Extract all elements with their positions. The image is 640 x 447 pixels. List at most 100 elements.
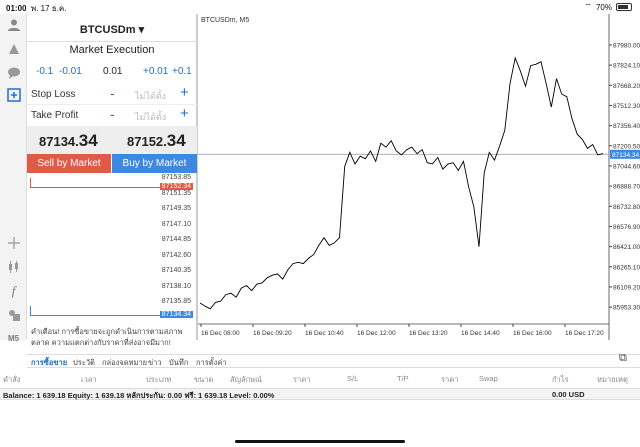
x-tick-label: 16 Dec 17:20	[565, 330, 604, 337]
y-tick-label: 87668.20	[613, 83, 640, 90]
tab-settings[interactable]: การตั้งค่า	[196, 357, 227, 369]
ladder-price: 87142.60	[161, 251, 191, 259]
ladder-price: 87144.85	[161, 236, 191, 243]
signals-icon[interactable]	[4, 40, 23, 58]
ask-price-big: 34	[166, 131, 186, 150]
balance-row: Balance: 1 639.18 Equity: 1 639.18 หลักป…	[0, 388, 640, 400]
price-ladder: 87153.85 87151.35 87149.35 87147.10 87144.85…	[27, 174, 197, 320]
ladder-price: 87149.35	[161, 205, 191, 212]
ask-price-tag: 87152.34	[159, 183, 193, 190]
y-tick-label: 87824.10	[613, 63, 640, 70]
objects-icon[interactable]	[4, 306, 23, 324]
col-swap: Swap	[479, 374, 498, 383]
symbol-selector[interactable]: BTCUSDm ▾	[27, 18, 197, 42]
take-profit-plus-button[interactable]: +	[180, 105, 189, 122]
table-header: คำสั่ง เวลา ประเภท ขนาด สัญลักษณ์ ราคา S…	[0, 372, 640, 386]
y-tick-label: 86888.70	[613, 184, 640, 191]
timeframe-label[interactable]: M5	[4, 329, 23, 347]
take-profit-minus-button[interactable]: -	[110, 106, 115, 122]
col-tp: T/P	[397, 374, 409, 383]
ladder-price: 87147.10	[161, 220, 191, 228]
col-price: ราคา	[293, 375, 311, 384]
col-order: คำสั่ง	[3, 375, 21, 384]
x-tick-label: 16 Dec 12:00	[357, 330, 396, 337]
tab-trade[interactable]: การซื้อขาย	[31, 357, 67, 369]
chart-title: BTCUSDm, M5	[201, 17, 249, 24]
status-time: 01:00	[6, 4, 27, 13]
x-tick-label: 16 Dec 10:40	[305, 330, 344, 337]
sell-button[interactable]: Sell by Market	[27, 154, 111, 173]
stop-loss-row: Stop Loss - ไม่ได้ตั้ง +	[27, 84, 197, 105]
bid-price-tag: 87134.34	[159, 311, 193, 318]
col-profit: กำไร	[552, 375, 569, 384]
symbol-name: BTCUSDm	[79, 24, 136, 36]
execution-type[interactable]: Market Execution	[27, 44, 197, 56]
y-tick-label: 87356.40	[613, 123, 640, 130]
y-tick-label: 86109.20	[613, 284, 640, 291]
status-date: พ. 17 ธ.ค.	[30, 4, 67, 13]
price-chart[interactable]: BTCUSDm, M5 87980.00 87824.10 87668.20 8751…	[197, 14, 640, 340]
take-profit-label: Take Profit	[31, 110, 79, 121]
bid-price: 87134.34	[39, 131, 98, 151]
adjust-minus-0-01[interactable]: -0.01	[59, 66, 82, 77]
y-tick-label: 87044.60	[613, 163, 640, 170]
tab-history[interactable]: ประวัติ	[73, 357, 95, 369]
battery-percent: 70%	[595, 2, 612, 12]
col-time: เวลา	[81, 375, 97, 384]
tab-journal[interactable]: บันทึก	[169, 357, 188, 369]
col-sl: S/L	[347, 374, 359, 383]
chat-icon[interactable]	[4, 64, 23, 82]
tab-mailbox[interactable]: กล่องจดหมาย	[102, 357, 147, 369]
stop-loss-input[interactable]: ไม่ได้ตั้ง	[135, 89, 166, 103]
indicators-icon[interactable]: f	[4, 282, 23, 300]
ask-price-main: 87152.	[127, 134, 167, 149]
x-tick-label: 16 Dec 08:00	[201, 330, 240, 337]
y-tick-label: 87980.00	[613, 42, 640, 49]
adjust-minus-0-1[interactable]: -0.1	[36, 66, 53, 77]
chart-bid-tag: 87134.34	[612, 152, 639, 159]
ladder-price: 87138.10	[161, 282, 191, 290]
status-bar: 01:00 พ. 17 ธ.ค. ⌔ 70%	[0, 0, 640, 14]
balance-text: Balance: 1 639.18 Equity: 1 639.18 หลักป…	[3, 391, 275, 400]
x-tick-label: 16 Dec 09:20	[253, 330, 292, 337]
total-profit: 0.00 USD	[552, 390, 585, 399]
stop-loss-plus-button[interactable]: +	[180, 84, 189, 101]
col-comment: หมายเหตุ	[597, 375, 628, 384]
battery-icon	[616, 3, 632, 11]
y-tick-label: 86265.10	[613, 264, 640, 271]
crosshair-icon[interactable]	[4, 234, 23, 252]
status-right: ⌔ 70%	[584, 2, 632, 12]
x-tick-label: 16 Dec 16:00	[513, 330, 552, 337]
account-icon[interactable]	[4, 16, 23, 34]
new-order-icon[interactable]	[4, 86, 23, 104]
x-tick-label: 16 Dec 14:40	[461, 330, 500, 337]
stop-loss-label: Stop Loss	[31, 89, 76, 100]
x-tick-label: 16 Dec 13:20	[409, 330, 448, 337]
bid-price-big: 34	[78, 131, 98, 150]
toolbox-tabs: การซื้อขาย ประวัติ กล่องจดหมาย ข่าว บันท…	[27, 352, 640, 369]
candles-icon[interactable]	[4, 258, 23, 276]
ladder-price: 87135.85	[161, 298, 191, 305]
stop-loss-minus-button[interactable]: -	[110, 85, 115, 101]
order-panel: BTCUSDm ▾ Market Execution -0.1 -0.01 0.…	[27, 14, 197, 347]
y-tick-label: 86421.00	[613, 244, 640, 251]
tab-news[interactable]: ข่าว	[148, 357, 162, 369]
col-volume: ขนาด	[194, 375, 214, 384]
wifi-icon: ⌔	[584, 2, 592, 11]
chevron-down-icon: ▾	[138, 24, 145, 36]
price-series-line	[199, 56, 604, 310]
adjust-plus-0-1[interactable]: +0.1	[172, 66, 192, 77]
y-tick-label: 87200.50	[613, 143, 640, 150]
adjust-plus-0-01[interactable]: +0.01	[143, 66, 168, 77]
take-profit-row: Take Profit - ไม่ได้ตั้ง +	[27, 105, 197, 126]
volume-value[interactable]: 0.01	[103, 66, 122, 77]
ladder-price: 87151.35	[161, 189, 191, 197]
col-symbol: สัญลักษณ์	[230, 375, 263, 384]
y-tick-label: 85953.30	[613, 305, 640, 312]
ask-price: 87152.34	[127, 131, 186, 151]
take-profit-input[interactable]: ไม่ได้ตั้ง	[135, 110, 166, 124]
buy-button[interactable]: Buy by Market	[112, 154, 197, 173]
y-tick-label: 86576.90	[613, 224, 640, 231]
layout-icon[interactable]: ⧉	[619, 352, 627, 365]
ladder-price: 87153.85	[161, 174, 191, 181]
